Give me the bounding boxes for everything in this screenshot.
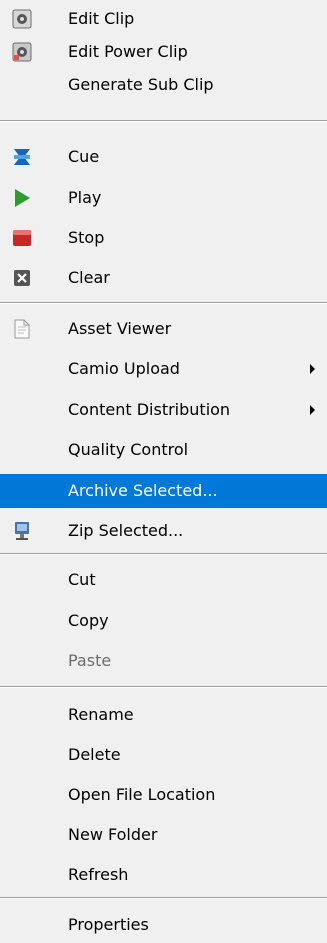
menu-item-label: Content Distribution (68, 399, 231, 419)
menu-item-cue[interactable]: Cue (0, 140, 327, 173)
menu-item-quality-control[interactable]: Quality Control (0, 433, 327, 466)
menu-item-archive-selected[interactable]: Archive Selected... (0, 474, 327, 508)
cue-icon (11, 146, 33, 168)
submenu-arrow-icon (310, 404, 315, 415)
menu-separator (0, 120, 327, 122)
menu-item-label: Archive Selected... (68, 481, 218, 500)
menu-item-label: Play (68, 187, 102, 207)
stop-icon (11, 227, 33, 249)
menu-item-label: Open File Location (68, 784, 216, 804)
menu-item-delete[interactable]: Delete (0, 738, 327, 771)
menu-item-content-distribution[interactable]: Content Distribution (0, 393, 327, 426)
menu-item-open-file-location[interactable]: Open File Location (0, 778, 327, 811)
menu-item-label: Properties (68, 914, 149, 934)
menu-item-label: Refresh (68, 864, 129, 884)
menu-item-edit-power-clip[interactable]: Edit Power Clip (0, 35, 327, 68)
menu-item-refresh[interactable]: Refresh (0, 858, 327, 891)
menu-separator (0, 686, 327, 688)
menu-item-cut[interactable]: Cut (0, 563, 327, 596)
menu-item-label: Stop (68, 227, 105, 247)
menu-item-asset-viewer[interactable]: Asset Viewer (0, 312, 327, 345)
submenu-arrow-icon (310, 363, 315, 374)
menu-item-rename[interactable]: Rename (0, 698, 327, 731)
menu-item-label: New Folder (68, 824, 158, 844)
menu-item-label: Cue (68, 146, 100, 166)
film-clip-icon (11, 8, 33, 30)
clear-icon (11, 267, 33, 289)
menu-item-new-folder[interactable]: New Folder (0, 818, 327, 851)
menu-item-label: Camio Upload (68, 358, 180, 378)
menu-item-stop[interactable]: Stop (0, 221, 327, 254)
play-icon (11, 187, 33, 209)
menu-item-edit-clip[interactable]: Edit Clip (0, 2, 327, 35)
menu-item-label: Copy (68, 610, 109, 630)
menu-item-clear[interactable]: Clear (0, 261, 327, 294)
menu-item-label: Rename (68, 704, 134, 724)
menu-separator (0, 302, 327, 304)
power-clip-icon (11, 41, 33, 63)
menu-item-label: Cut (68, 569, 96, 589)
zip-icon (11, 520, 33, 542)
menu-item-zip-selected[interactable]: Zip Selected... (0, 514, 327, 547)
menu-separator (0, 897, 327, 899)
menu-item-play[interactable]: Play (0, 181, 327, 214)
menu-item-label: Clear (68, 267, 110, 287)
menu-item-camio-upload[interactable]: Camio Upload (0, 352, 327, 385)
menu-item-label: Delete (68, 744, 121, 764)
context-menu: Edit Clip Edit Power Clip Generate Sub C… (0, 0, 327, 943)
menu-item-label: Asset Viewer (68, 318, 172, 338)
menu-item-label: Zip Selected... (68, 520, 184, 540)
menu-item-label: Edit Power Clip (68, 41, 188, 61)
menu-item-label: Edit Clip (68, 8, 135, 28)
menu-item-properties[interactable]: Properties (0, 908, 327, 941)
menu-item-label: Quality Control (68, 439, 189, 459)
menu-item-label: Generate Sub Clip (68, 74, 214, 94)
menu-separator (0, 553, 327, 555)
menu-item-label: Paste (68, 650, 112, 670)
menu-item-paste: Paste (0, 644, 327, 677)
menu-item-copy[interactable]: Copy (0, 604, 327, 637)
menu-item-generate-sub-clip[interactable]: Generate Sub Clip (0, 68, 327, 101)
document-icon (11, 318, 33, 340)
